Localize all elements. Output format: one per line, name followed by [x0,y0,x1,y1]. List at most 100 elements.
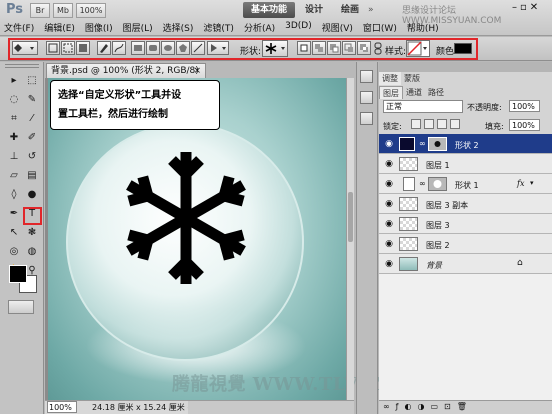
app-bar-buttons: Br Mb 100% [30,3,106,18]
menu-window[interactable]: 窗口(W) [363,21,397,34]
eraser-tool-icon[interactable]: ▱ [6,169,22,183]
lock-pixels-icon[interactable] [424,119,434,129]
marquee-tool-icon[interactable]: ⬚ [24,74,40,88]
visibility-eye-icon[interactable]: ◉ [383,199,395,209]
delete-layer-icon[interactable]: 🗑 [457,402,467,411]
history-panel-icon[interactable] [360,70,373,83]
zoom-field[interactable]: 100% [47,401,77,413]
panel-header-strip [379,62,552,72]
scroll-thumb[interactable] [348,192,353,242]
vertical-scrollbar[interactable] [346,78,354,400]
layer-name: 形状 1 [455,181,479,190]
quick-mask-button[interactable] [8,300,34,314]
main-menu: 文件(F) 编辑(E) 图像(I) 图层(L) 选择(S) 滤镜(T) 分析(A… [4,21,439,34]
minibridge-button[interactable]: Mb [53,3,73,18]
link-icon: ∞ [419,179,426,188]
visibility-eye-icon[interactable]: ◉ [383,179,395,189]
3d-rotate-icon[interactable]: ◎ [6,245,22,259]
tab-masks[interactable]: 蒙版 [401,72,423,85]
blur-tool-icon[interactable]: ◊ [6,188,22,202]
menu-help[interactable]: 帮助(H) [407,21,439,34]
tab-channels[interactable]: 通道 [403,86,425,99]
tab-layers[interactable]: 图层 [379,86,403,99]
workspace-painting[interactable]: 绘画 [333,2,367,18]
shape1-vector-mask [428,177,447,191]
menu-layer[interactable]: 图层(L) [123,21,153,34]
menu-view[interactable]: 视图(V) [322,21,353,34]
lock-position-icon[interactable] [437,119,447,129]
gradient-tool-icon[interactable]: ▤ [24,169,40,183]
menu-file[interactable]: 文件(F) [4,21,34,34]
lasso-tool-icon[interactable]: ◌ [6,93,22,107]
visibility-eye-icon[interactable]: ◉ [383,219,395,229]
layer-name: 形状 2 [455,141,479,150]
add-style-icon[interactable]: ƒ [396,402,399,411]
adjustment-layer-icon[interactable]: ◑ [417,402,424,411]
document-tab[interactable]: 背景.psd @ 100% (形状 2, RGB/8) * × [46,63,206,90]
add-mask-icon[interactable]: ◐ [405,402,412,411]
new-group-icon[interactable]: ▭ [430,402,438,411]
layer-name: 图层 3 副本 [426,201,469,210]
path-select-icon[interactable]: ↖ [6,226,22,240]
menu-filter[interactable]: 滤镜(T) [203,21,234,34]
healing-brush-icon[interactable]: ✚ [6,131,22,145]
crop-tool-icon[interactable]: ⌗ [6,112,22,126]
layer-thumbnail [399,217,418,231]
foreground-color-swatch[interactable] [9,265,27,283]
brush-tool-icon[interactable]: ✐ [24,131,40,145]
history-brush-icon[interactable]: ↺ [24,150,40,164]
close-icon[interactable]: ✕ [530,2,538,13]
move-tool-icon[interactable]: ▸ [6,74,22,88]
layers-footer-buttons: ∞ ƒ ◐ ◑ ▭ ⊡ 🗑 [383,402,467,411]
bridge-button[interactable]: Br [30,3,50,18]
visibility-eye-icon[interactable]: ◉ [383,159,395,169]
workspace-design[interactable]: 设计 [297,2,331,18]
3d-orbit-icon[interactable]: ◍ [24,245,40,259]
eyedropper-icon[interactable]: ⁄ [24,112,40,126]
layer-thumbnail [399,197,418,211]
blend-mode-select[interactable]: 正常 [383,100,463,113]
opacity-field[interactable]: 100% [509,100,540,112]
lock-all-icon[interactable] [450,119,460,129]
link-layers-icon[interactable]: ∞ [383,402,390,411]
menu-edit[interactable]: 编辑(E) [44,21,75,34]
clone-stamp-icon[interactable]: ⊥ [6,150,22,164]
layer-thumbnail [399,237,418,251]
minimize-icon[interactable]: – [512,2,517,13]
visibility-eye-icon[interactable]: ◉ [383,139,395,149]
expand-effects-icon[interactable]: ▾ [530,179,534,187]
fill-field[interactable]: 100% [509,119,540,131]
callout-line-2: 置工具栏，然后进行绘制 [58,109,168,120]
quick-select-icon[interactable]: ✎ [24,93,40,107]
zoom-level-button[interactable]: 100% [76,3,106,18]
layers-panel-tabs: 图层 通道 路径 [379,86,447,99]
layer-name: 图层 3 [426,221,450,230]
toolbox-grip[interactable] [5,64,39,68]
horizontal-scrollbar[interactable] [188,400,354,414]
menu-select[interactable]: 选择(S) [163,21,194,34]
tab-paths[interactable]: 路径 [425,86,447,99]
close-document-icon[interactable]: × [193,64,201,78]
custom-shape-tool-icon[interactable]: ❃ [24,226,40,240]
new-layer-icon[interactable]: ⊡ [444,402,451,411]
menu-analysis[interactable]: 分析(A) [244,21,275,34]
link-icon: ∞ [419,139,426,148]
tab-adjustments[interactable]: 调整 [379,72,401,85]
workspace-essentials[interactable]: 基本功能 [243,2,296,18]
menu-3d[interactable]: 3D(D) [285,21,312,34]
menu-image[interactable]: 图像(I) [85,21,113,34]
adjust-panel-tabs: 调整 蒙版 [379,72,423,85]
character-panel-icon[interactable] [360,91,373,104]
lock-label: 锁定: [383,122,402,131]
layer-effects-icon[interactable]: fx [517,179,524,188]
visibility-eye-icon[interactable]: ◉ [383,239,395,249]
brush-panel-icon[interactable] [360,112,373,125]
maximize-icon[interactable]: ▫ [520,2,527,13]
instruction-callout: 选择“自定义形状”工具并设 置工具栏，然后进行绘制 [50,80,220,130]
pen-tool-icon[interactable]: ✒ [6,207,22,221]
visibility-eye-icon[interactable]: ◉ [383,259,395,269]
workspace-more-icon[interactable]: » [368,5,374,15]
lock-transparency-icon[interactable] [411,119,421,129]
dodge-tool-icon[interactable]: ● [24,188,40,202]
shape2-fill-thumb [399,137,415,151]
